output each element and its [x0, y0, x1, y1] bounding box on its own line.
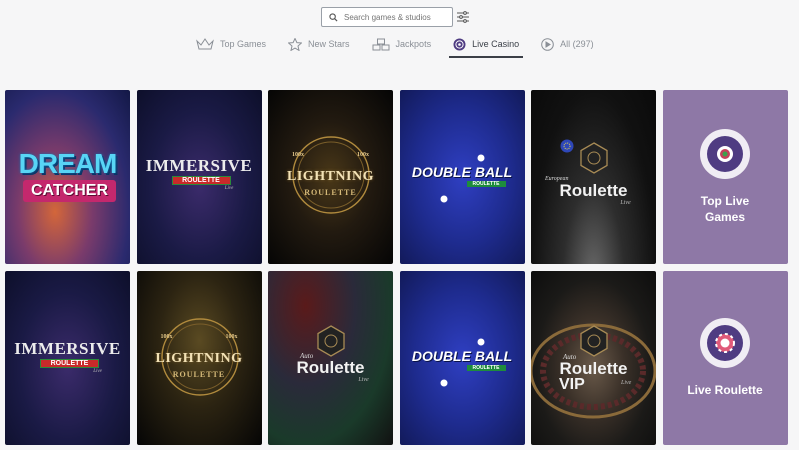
- star-icon: [288, 37, 303, 51]
- ball-icon: [477, 154, 484, 162]
- top-bar: Top Games New Stars Jackpots Live Casino…: [0, 0, 799, 62]
- crown-icon: [196, 37, 214, 51]
- tab-all[interactable]: All (297): [541, 34, 594, 54]
- tab-jackpots[interactable]: Jackpots: [372, 34, 432, 54]
- game-tile-dream-catcher[interactable]: DREAM CATCHER: [5, 90, 130, 264]
- game-tile-lightning-roulette[interactable]: 100x 100x LIGHTNING ROULETTE: [268, 90, 393, 264]
- category-label: Games: [704, 210, 746, 224]
- game-logo-title: LIGHTNING: [287, 169, 374, 184]
- tab-label: Top Games: [220, 39, 267, 49]
- game-tile-immersive-roulette-2[interactable]: IMMERSIVE ROULETTE Live: [5, 271, 130, 445]
- game-logo-subtitle: ROULETTE: [171, 176, 231, 185]
- game-logo-title: DOUBLE BALL: [411, 348, 513, 364]
- game-tile-auto-roulette[interactable]: Auto Roulette Live: [268, 271, 393, 445]
- game-logo-live: Live: [224, 186, 234, 191]
- tab-label: Live Casino: [472, 39, 520, 49]
- game-logo-title: Roulette: [559, 359, 628, 378]
- multiplier-label: 100x: [357, 152, 369, 158]
- game-logo-subtitle: ROULETTE: [40, 359, 99, 368]
- roulette-hexagon-icon: [580, 142, 608, 174]
- live-casino-icon: [453, 38, 466, 51]
- game-tile-double-ball-roulette-2[interactable]: DOUBLE BALL ROULETTE: [399, 271, 525, 445]
- tab-new-stars[interactable]: New Stars: [288, 34, 350, 54]
- game-logo-title: IMMERSIVE: [14, 339, 121, 358]
- game-logo-title: DREAM: [18, 148, 118, 179]
- multiplier-label: 100x: [292, 152, 304, 158]
- game-logo-subtitle: ROULETTE: [466, 365, 506, 371]
- jackpot-icon: [372, 38, 390, 51]
- search-icon: [322, 12, 344, 22]
- game-grid: DREAM CATCHER IMMERSIVE ROULETTE Live 10…: [5, 90, 788, 445]
- tab-top-games[interactable]: Top Games: [196, 34, 266, 54]
- game-logo-live: Live: [358, 377, 369, 383]
- roulette-chip-icon: [715, 333, 735, 353]
- category-label: Live Roulette: [687, 383, 763, 397]
- game-tile-auto-roulette-vip[interactable]: Auto Roulette VIP Live: [531, 271, 656, 445]
- game-logo-title: LIGHTNING: [155, 351, 243, 366]
- game-logo-title: Roulette: [559, 181, 628, 200]
- game-tile-immersive-roulette[interactable]: IMMERSIVE ROULETTE Live: [136, 90, 262, 264]
- game-tile-double-ball-roulette[interactable]: DOUBLE BALL ROULETTE: [399, 90, 525, 264]
- game-logo-subtitle: CATCHER: [23, 180, 116, 202]
- game-tile-european-roulette[interactable]: European Roulette Live: [531, 90, 656, 264]
- filter-icon[interactable]: [456, 9, 470, 25]
- game-logo-live: Live: [93, 369, 102, 374]
- ball-icon: [477, 338, 484, 346]
- eu-flag-icon: [560, 139, 574, 153]
- category-label: Top Live: [700, 194, 750, 208]
- tab-label: New Stars: [308, 39, 350, 49]
- live-roulette-badge: [700, 318, 750, 368]
- game-logo-live: Live: [621, 380, 632, 386]
- roulette-hexagon-icon: [317, 325, 345, 357]
- game-tile-lightning-roulette-2[interactable]: 100x 100x LIGHTNING ROULETTE: [136, 271, 262, 445]
- game-logo-subtitle: ROULETTE: [172, 370, 226, 379]
- ball-icon: [440, 379, 447, 387]
- game-logo-title: DOUBLE BALL: [411, 164, 513, 180]
- play-icon: [541, 37, 554, 51]
- category-tile-live-roulette[interactable]: Live Roulette: [662, 271, 788, 445]
- multiplier-label: 100x: [225, 334, 238, 340]
- category-tile-top-live-games[interactable]: Top Live Games: [662, 90, 788, 264]
- game-logo-vip: VIP: [559, 376, 585, 393]
- search-box[interactable]: [321, 7, 453, 27]
- game-logo-subtitle: ROULETTE: [466, 181, 506, 187]
- multiplier-label: 100x: [160, 334, 173, 340]
- game-logo-title: Roulette: [296, 358, 365, 377]
- live-casino-icon: [717, 146, 733, 162]
- game-logo-title: IMMERSIVE: [145, 156, 253, 175]
- ball-icon: [440, 195, 447, 203]
- top-live-badge: [700, 129, 750, 179]
- roulette-hexagon-icon: [580, 325, 608, 357]
- game-logo-live: Live: [620, 200, 631, 206]
- tab-label: Jackpots: [395, 39, 432, 49]
- category-tabs: Top Games New Stars Jackpots Live Casino…: [196, 34, 616, 58]
- game-logo-subtitle: ROULETTE: [304, 188, 357, 197]
- tab-live-casino[interactable]: Live Casino: [449, 34, 524, 58]
- tab-label: All (297): [560, 39, 594, 49]
- search-input[interactable]: [344, 12, 448, 22]
